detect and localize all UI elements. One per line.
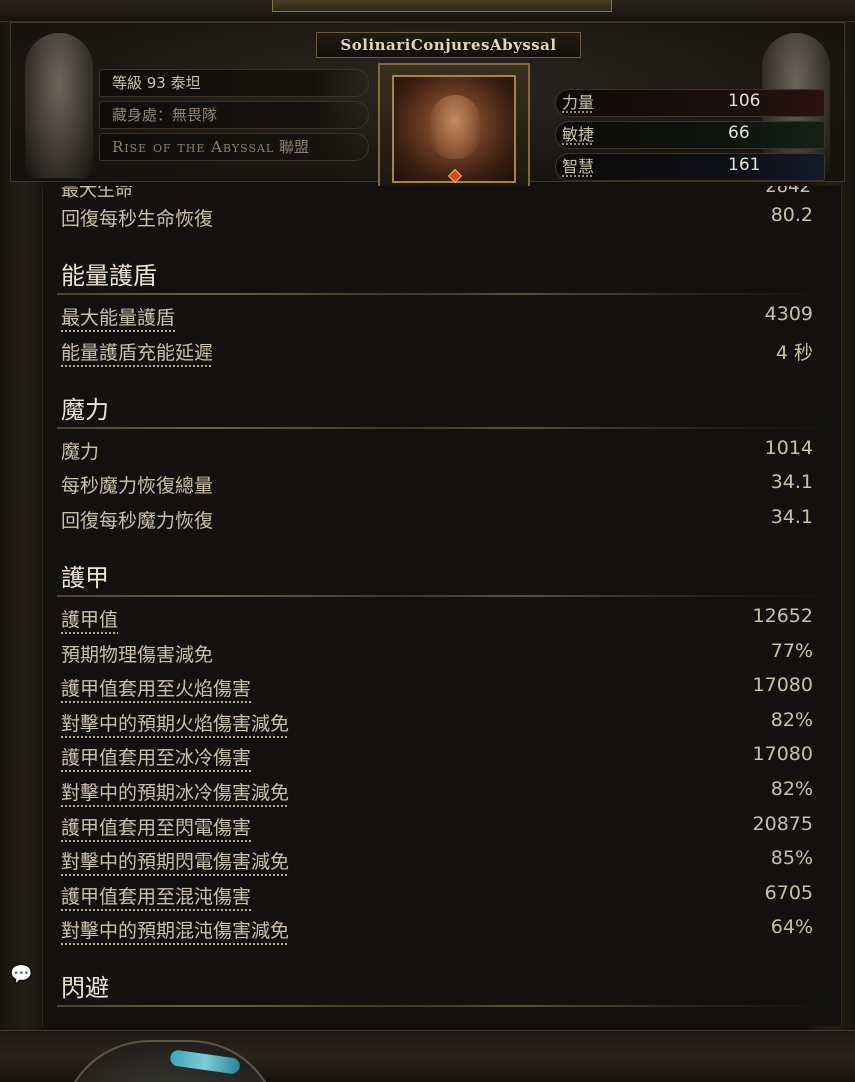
character-portrait (378, 63, 530, 195)
stat-value: 77% (770, 640, 813, 662)
stat-row[interactable]: 護甲值 12652 (43, 603, 841, 637)
stat-label: 最大生命 (61, 186, 133, 201)
stat-row[interactable]: 護甲值套用至冰冷傷害 17080 (43, 741, 841, 775)
stat-value: 20875 (752, 813, 813, 835)
stat-row[interactable]: 回復每秒魔力恢復 34.1 (43, 504, 841, 538)
stat-value: 2842 (765, 186, 811, 197)
attribute-dexterity[interactable]: 敏捷 66 (555, 121, 825, 149)
section-divider (57, 293, 827, 295)
attribute-label: 敏捷 (562, 125, 595, 144)
attribute-value: 161 (728, 155, 761, 175)
top-plaque (272, 0, 612, 12)
stat-value: 34.1 (770, 506, 813, 528)
stat-value: 12652 (752, 605, 813, 627)
attribute-intelligence[interactable]: 智慧 161 (555, 153, 825, 181)
stat-row[interactable]: 對擊中的預期火焰傷害減免 82% (43, 707, 841, 741)
stat-row[interactable]: 每秒魔力恢復總量 34.1 (43, 469, 841, 503)
stat-label: 護甲值套用至冰冷傷害 (61, 747, 252, 769)
statue-left-image (25, 33, 93, 178)
stat-value: 17080 (752, 743, 813, 765)
attribute-label: 智慧 (562, 157, 595, 176)
stat-value: 4 秒 (775, 342, 813, 364)
stat-label: 對擊中的預期閃電傷害減免 (61, 851, 290, 873)
league-name: Rise of the Abyssal (112, 138, 275, 156)
section-divider (57, 595, 827, 597)
stat-row[interactable]: 護甲值套用至混沌傷害 6705 (43, 880, 841, 914)
stat-label: 最大能量護盾 (61, 307, 176, 329)
stat-label: 護甲值套用至火焰傷害 (61, 678, 252, 700)
stat-row[interactable]: 最大能量護盾 4309 (43, 301, 841, 335)
portrait-face-image (430, 95, 480, 159)
section-divider (57, 1005, 827, 1007)
stat-label: 護甲值套用至閃電傷害 (61, 817, 252, 839)
stat-row[interactable]: 預期物理傷害減免 77% (43, 638, 841, 672)
stat-label: 對擊中的預期混沌傷害減免 (61, 920, 290, 942)
attribute-label: 力量 (562, 93, 595, 112)
stat-row[interactable]: 護甲值套用至閃電傷害 20875 (43, 811, 841, 845)
stat-row[interactable]: 護甲值套用至火焰傷害 17080 (43, 672, 841, 706)
stat-value: 82% (770, 778, 813, 800)
stat-value: 82% (770, 709, 813, 731)
stat-value: 6705 (764, 882, 813, 904)
stat-value: 4309 (764, 303, 813, 325)
stat-row[interactable]: 能量護盾充能延遲 4 秒 (43, 336, 841, 370)
section-title-energy-shield: 能量護盾 (61, 262, 157, 290)
stat-label: 每秒魔力恢復總量 (61, 475, 214, 497)
stat-label: 護甲值套用至混沌傷害 (61, 886, 252, 908)
section-title-evasion: 閃避 (61, 974, 109, 1002)
stat-value: 34.1 (770, 471, 813, 493)
section-title-armour: 護甲 (61, 564, 109, 592)
attribute-value: 66 (728, 123, 750, 143)
stat-value: 80.2 (770, 204, 813, 226)
stat-label: 魔力 (61, 441, 100, 463)
stat-row-life-regen[interactable]: 回復每秒生命恢復 80.2 (43, 202, 841, 236)
stat-label: 對擊中的預期冰冷傷害減免 (61, 782, 290, 804)
attribute-strength[interactable]: 力量 106 (555, 89, 825, 117)
stat-value: 1014 (764, 437, 813, 459)
section-title-mana: 魔力 (61, 396, 109, 424)
portrait-image (392, 75, 516, 184)
stat-value: 64% (770, 916, 813, 938)
stat-row[interactable]: 對擊中的預期冰冷傷害減免 82% (43, 776, 841, 810)
chat-bubble-icon[interactable]: 💬 (10, 964, 34, 986)
stat-row[interactable]: 魔力 1014 (43, 435, 841, 469)
stat-label: 護甲值 (61, 609, 119, 631)
attribute-value: 106 (728, 91, 761, 111)
section-divider (57, 427, 827, 429)
portrait-gem-icon (447, 168, 463, 184)
stat-value: 85% (770, 847, 813, 869)
league-suffix: 聯盟 (279, 138, 310, 156)
stat-value: 17080 (752, 674, 813, 696)
stat-row[interactable]: 對擊中的預期混沌傷害減免 64% (43, 914, 841, 948)
character-header: SolinariConjuresAbyssal 等級 93 泰坦 藏身處：無畏隊… (10, 22, 845, 195)
stats-scroll-panel[interactable]: 最大生命 2842 回復每秒生命恢復 80.2 能量護盾 最大能量護盾 4309… (42, 186, 842, 1026)
hideout-line[interactable]: 藏身處：無畏隊 (99, 101, 369, 129)
character-name: SolinariConjuresAbyssal (316, 32, 581, 58)
stat-label: 回復每秒魔力恢復 (61, 510, 214, 532)
league-line: Rise of the Abyssal 聯盟 (99, 133, 369, 161)
stat-row[interactable]: 對擊中的預期閃電傷害減免 85% (43, 845, 841, 879)
character-level-class: 等級 93 泰坦 (99, 69, 369, 97)
stat-label: 回復每秒生命恢復 (61, 208, 214, 230)
stat-label: 能量護盾充能延遲 (61, 342, 214, 364)
stat-label: 對擊中的預期火焰傷害減免 (61, 713, 290, 735)
stat-label: 預期物理傷害減免 (61, 644, 214, 666)
